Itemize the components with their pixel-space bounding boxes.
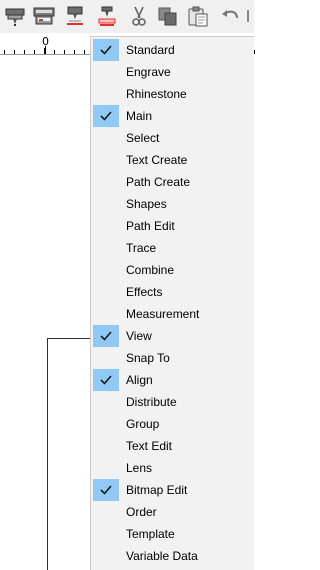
checkmark-icon (100, 331, 112, 341)
menu-item-label: Combine (126, 263, 175, 277)
ruler-tick (74, 50, 75, 54)
page-border-left (47, 338, 48, 570)
menu-item-label: Engrave (126, 65, 171, 79)
paste-icon[interactable] (186, 4, 210, 28)
ruler-tick (64, 50, 65, 54)
menu-item-bitmap-edit[interactable]: Bitmap Edit (93, 479, 253, 501)
plotter-setup-icon[interactable] (32, 4, 56, 28)
menu-item-path-create[interactable]: Path Create (93, 171, 253, 193)
scissors-icon[interactable] (127, 4, 151, 28)
menu-item-lens[interactable]: Lens (93, 457, 253, 479)
menu-item-measurement[interactable]: Measurement (93, 303, 253, 325)
menu-item-label: Standard (126, 43, 175, 57)
menu-item-path-edit[interactable]: Path Edit (93, 215, 253, 237)
menu-item-variable-data[interactable]: Variable Data (93, 545, 253, 567)
ruler-tick (4, 50, 5, 54)
checked-indicator (93, 369, 119, 391)
cut-icon[interactable] (63, 4, 87, 28)
plotter-icon[interactable] (3, 4, 27, 28)
menu-item-label: Variable Data (126, 549, 198, 563)
menu-item-rhinestone[interactable]: Rhinestone (93, 83, 253, 105)
menu-item-label: Text Edit (126, 439, 173, 453)
menu-item-label: Bitmap Edit (126, 483, 188, 497)
menu-item-label: Order (126, 505, 157, 519)
menu-item-label: Measurement (126, 307, 200, 321)
menu-item-label: Distribute (126, 395, 177, 409)
toolbars-context-menu: Standard Engrave Rhinestone Main Select Text … (90, 36, 254, 570)
ruler-tick (44, 48, 45, 54)
ruler-tick (254, 50, 255, 54)
ruler-tick (14, 50, 15, 54)
menu-item-text-create[interactable]: Text Create (93, 149, 253, 171)
toolbar (0, 0, 254, 33)
menu-item-select[interactable]: Select (93, 127, 253, 149)
menu-item-main[interactable]: Main (93, 105, 253, 127)
menu-item-standard[interactable]: Standard (93, 39, 253, 61)
copy-icon[interactable] (156, 4, 180, 28)
ruler-tick (24, 50, 25, 54)
ruler-tick (84, 50, 85, 54)
ruler-tick (54, 50, 55, 54)
menu-item-label: Select (126, 131, 160, 145)
menu-item-label: Path Edit (126, 219, 175, 233)
checkmark-icon (100, 111, 112, 121)
menu-item-label: Group (126, 417, 160, 431)
print-and-cut-icon[interactable] (95, 4, 119, 28)
menu-item-group[interactable]: Group (93, 413, 253, 435)
menu-item-snap-to[interactable]: Snap To (93, 347, 253, 369)
ruler-tick (34, 50, 35, 54)
menu-item-align[interactable]: Align (93, 369, 253, 391)
menu-item-label: Text Create (126, 153, 188, 167)
menu-item-view[interactable]: View (93, 325, 253, 347)
menu-item-label: Lens (126, 461, 153, 475)
menu-item-label: Main (126, 109, 153, 123)
menu-item-text-edit[interactable]: Text Edit (93, 435, 253, 457)
checkmark-icon (100, 375, 112, 385)
menu-item-label: Shapes (126, 197, 167, 211)
menu-item-order[interactable]: Order (93, 501, 253, 523)
checkmark-icon (100, 45, 112, 55)
menu-item-engrave[interactable]: Engrave (93, 61, 253, 83)
menu-item-label: Align (126, 373, 153, 387)
undo-icon[interactable] (219, 4, 243, 28)
checked-indicator (93, 105, 119, 127)
menu-item-label: Template (126, 527, 175, 541)
menu-item-template[interactable]: Template (93, 523, 253, 545)
menu-item-shapes[interactable]: Shapes (93, 193, 253, 215)
menu-item-label: View (126, 329, 152, 343)
menu-item-label: Trace (126, 241, 157, 255)
menu-item-combine[interactable]: Combine (93, 259, 253, 281)
menu-item-label: Effects (126, 285, 163, 299)
menu-item-distribute[interactable]: Distribute (93, 391, 253, 413)
ruler-zero-tick (45, 46, 46, 54)
menu-item-label: Snap To (126, 351, 170, 365)
menu-item-effects[interactable]: Effects (93, 281, 253, 303)
menu-item-label: Path Create (126, 175, 191, 189)
checkmark-icon (100, 485, 112, 495)
toolbar-overflow-icon[interactable] (247, 10, 256, 22)
menu-item-label: Rhinestone (126, 87, 187, 101)
page-border-top (47, 338, 91, 339)
checked-indicator (93, 39, 119, 61)
checked-indicator (93, 325, 119, 347)
checked-indicator (93, 479, 119, 501)
menu-item-trace[interactable]: Trace (93, 237, 253, 259)
